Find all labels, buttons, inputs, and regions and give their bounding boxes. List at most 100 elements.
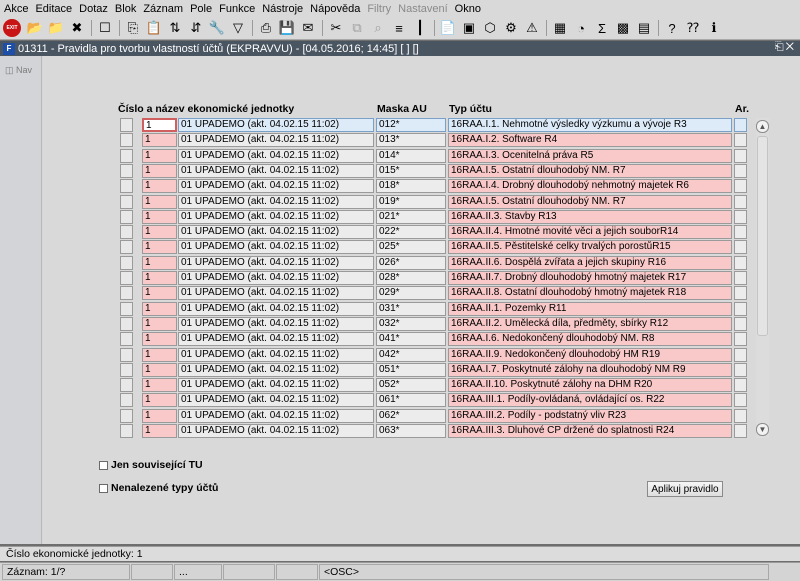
unit-code-field[interactable]: 1 [142,225,177,240]
row-selector[interactable] [120,179,133,194]
unit-code-field[interactable]: 1 [142,286,177,301]
unit-code-field[interactable]: 1 [142,316,177,331]
ar-field[interactable] [734,271,747,285]
unit-code-field[interactable]: 1 [142,148,177,163]
account-type-field[interactable]: 16RAA.II.2. Umělecká díla, předměty, sbí… [448,316,732,331]
sort-desc-icon[interactable]: ⇵ [186,18,206,38]
ar-field[interactable] [734,179,747,194]
row-selector[interactable] [120,163,133,178]
tool-icon[interactable]: ⚙ [501,18,521,38]
mask-au-field[interactable]: 062* [376,408,446,423]
exit-button[interactable]: EXIT [3,19,21,37]
unit-code-field[interactable]: 1 [142,332,177,347]
ar-field[interactable] [734,194,747,209]
ar-field[interactable] [734,118,747,132]
mask-au-field[interactable]: 061* [376,393,446,408]
nenalezene-checkbox[interactable]: Nenalezené typy účtů [99,482,218,494]
menu-item-filtry[interactable]: Filtry [367,3,391,15]
ar-field[interactable] [734,286,747,301]
unit-name-field[interactable]: 01 UPADEMO (akt. 04.02.15 11:02) [178,255,374,270]
ar-field[interactable] [734,225,747,240]
mask-au-field[interactable]: 028* [376,271,446,285]
unit-name-field[interactable]: 01 UPADEMO (akt. 04.02.15 11:02) [178,378,374,393]
mask-au-field[interactable]: 051* [376,362,446,377]
account-type-field[interactable]: 16RAA.II.9. Nedokončený dlouhodobý HM R1… [448,347,732,362]
account-type-field[interactable]: 16RAA.II.6. Dospělá zvířata a jejich sku… [448,255,732,270]
account-type-field[interactable]: 16RAA.III.3. Dluhové CP držené do splatn… [448,424,732,438]
account-type-field[interactable]: 16RAA.I.7. Poskytnuté zálohy na dlouhodo… [448,362,732,377]
menu-item-pole[interactable]: Pole [190,3,212,15]
mask-au-field[interactable]: 026* [376,255,446,270]
menu-item-záznam[interactable]: Záznam [143,3,183,15]
paste-icon[interactable]: 📋 [144,18,164,38]
ar-field[interactable] [734,240,747,255]
row-selector[interactable] [120,133,133,148]
account-type-field[interactable]: 16RAA.III.2. Podíly - podstatný vliv R23 [448,408,732,423]
mask-au-field[interactable]: 031* [376,301,446,316]
unit-code-field[interactable]: 1 [142,179,177,194]
unit-code-field[interactable]: 1 [142,133,177,148]
unit-code-field[interactable]: 1 [142,194,177,209]
unit-code-field[interactable]: 1 [142,378,177,393]
unit-code-field[interactable]: 1 [142,163,177,178]
menu-item-dotaz[interactable]: Dotaz [79,3,108,15]
copy-icon[interactable]: ⎘ [123,18,143,38]
mask-au-field[interactable]: 022* [376,225,446,240]
unit-name-field[interactable]: 01 UPADEMO (akt. 04.02.15 11:02) [178,316,374,331]
print-icon[interactable]: ⎙ [256,18,276,38]
account-type-field[interactable]: 16RAA.II.4. Hmotné movité věci a jejich … [448,225,732,240]
disk-icon[interactable]: ▣ [459,18,479,38]
mask-au-field[interactable]: 029* [376,286,446,301]
row-selector[interactable] [120,347,133,362]
unit-code-field[interactable]: 1 [142,347,177,362]
wrench-icon[interactable]: 🔧 [207,18,227,38]
table-icon[interactable]: ▤ [634,18,654,38]
ar-field[interactable] [734,255,747,270]
cut-icon[interactable]: ✂ [326,18,346,38]
unit-name-field[interactable]: 01 UPADEMO (akt. 04.02.15 11:02) [178,225,374,240]
help-cursor-icon[interactable]: ⁇ [683,18,703,38]
menu-item-blok[interactable]: Blok [115,3,136,15]
account-type-field[interactable]: 16RAA.II.7. Drobný dlouhodobý hmotný maj… [448,271,732,285]
row-selector[interactable] [120,118,133,132]
row-selector[interactable] [120,301,133,316]
account-type-field[interactable]: 16RAA.III.1. Podíly-ovládaná, ovládající… [448,393,732,408]
mask-au-field[interactable]: 025* [376,240,446,255]
row-selector[interactable] [120,424,133,438]
ar-field[interactable] [734,424,747,438]
menu-item-editace[interactable]: Editace [35,3,72,15]
ar-field[interactable] [734,209,747,224]
account-type-field[interactable]: 16RAA.I.3. Ocenitelná práva R5 [448,148,732,163]
unit-name-field[interactable]: 01 UPADEMO (akt. 04.02.15 11:02) [178,209,374,224]
mask-au-field[interactable]: 041* [376,332,446,347]
mask-au-field[interactable]: 021* [376,209,446,224]
sort-asc-icon[interactable]: ⇅ [165,18,185,38]
unit-code-field[interactable]: 1 [142,301,177,316]
menu-item-nastavení[interactable]: Nastavení [398,3,448,15]
mask-au-field[interactable]: 014* [376,148,446,163]
checkbox-box[interactable] [99,460,108,470]
unit-name-field[interactable]: 01 UPADEMO (akt. 04.02.15 11:02) [178,133,374,148]
sum-icon[interactable]: Σ [592,18,612,38]
unit-name-field[interactable]: 01 UPADEMO (akt. 04.02.15 11:02) [178,301,374,316]
ar-field[interactable] [734,362,747,377]
document-icon[interactable]: 📄 [438,18,458,38]
menu-item-nástroje[interactable]: Nástroje [262,3,303,15]
unit-code-field[interactable]: 1 [142,209,177,224]
account-type-field[interactable]: 16RAA.II.10. Poskytnuté zálohy na DHM R2… [448,378,732,393]
unit-code-field[interactable]: 1 [142,255,177,270]
ar-field[interactable] [734,408,747,423]
account-type-field[interactable]: 16RAA.I.6. Nedokončený dlouhodobý NM. R8 [448,332,732,347]
unit-code-field[interactable]: 1 [142,271,177,285]
unit-code-field[interactable]: 1 [142,240,177,255]
ar-field[interactable] [734,347,747,362]
unit-code-field[interactable]: 1 [142,424,177,438]
unit-name-field[interactable]: 01 UPADEMO (akt. 04.02.15 11:02) [178,362,374,377]
unit-name-field[interactable]: 01 UPADEMO (akt. 04.02.15 11:02) [178,424,374,438]
unit-code-field[interactable]: 1 [142,362,177,377]
row-selector[interactable] [120,332,133,347]
folder-icon[interactable]: 📁 [46,18,66,38]
checkbox-box[interactable] [99,483,108,493]
account-type-field[interactable]: 16RAA.II.1. Pozemky R11 [448,301,732,316]
folder-add-icon[interactable]: 📂 [25,18,45,38]
